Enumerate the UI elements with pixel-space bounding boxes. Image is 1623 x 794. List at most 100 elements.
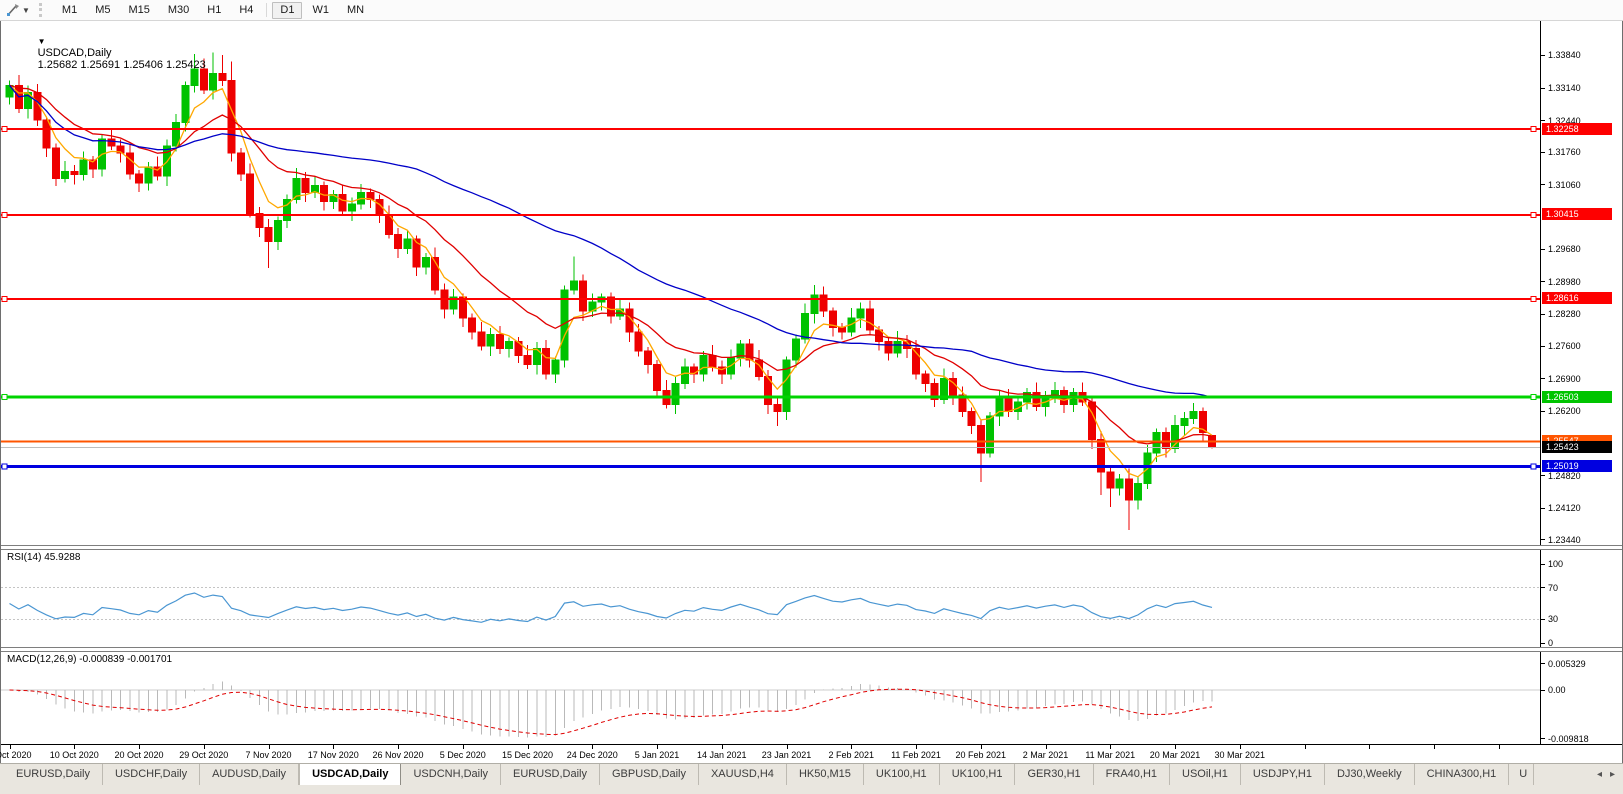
level-price-tag: 1.28616 <box>1542 292 1612 304</box>
candle-body <box>885 341 892 353</box>
date-tick <box>269 745 270 749</box>
line-handle[interactable] <box>2 212 7 217</box>
price-tick <box>1541 184 1545 185</box>
chart-tabbar: EURUSD,DailyUSDCHF,DailyAUDUSD,DailyUSDC… <box>0 764 1623 785</box>
macd-tick <box>1541 663 1545 664</box>
price-axis[interactable]: 1.338401.331401.324401.317601.310601.296… <box>1540 21 1622 545</box>
timeframe-button-h1[interactable]: H1 <box>199 2 229 19</box>
chart-tab-gbpusd-daily[interactable]: GBPUSD,Daily <box>600 764 699 785</box>
chart-tab-dj30-weekly[interactable]: DJ30,Weekly <box>1325 764 1415 785</box>
timeframe-button-mn[interactable]: MN <box>339 2 372 19</box>
chart-tab-xauusd-h4[interactable]: XAUUSD,H4 <box>699 764 787 785</box>
candle-body <box>126 153 133 174</box>
price-tick <box>1541 475 1545 476</box>
chart-tab-uk100-h1[interactable]: UK100,H1 <box>864 764 940 785</box>
macd-plot[interactable]: MACD(12,26,9) -0.000839 -0.001701 <box>1 652 1540 744</box>
candle-body <box>524 355 531 364</box>
chart-tab-ger30-h1[interactable]: GER30,H1 <box>1015 764 1093 785</box>
chart-tab-fra40-h1[interactable]: FRA40,H1 <box>1094 764 1170 785</box>
timeframe-button-d1[interactable]: D1 <box>272 2 302 19</box>
candle-body <box>219 74 226 81</box>
candle-body <box>922 374 929 383</box>
date-tick <box>333 745 334 749</box>
chart-tab-hk50-m15[interactable]: HK50,M15 <box>787 764 864 785</box>
date-tick <box>916 745 917 749</box>
chart-tab-usdjpy-h1[interactable]: USDJPY,H1 <box>1241 764 1325 785</box>
date-label: 30 Mar 2021 <box>1214 750 1265 760</box>
date-tick <box>787 745 788 749</box>
date-label: 26 Nov 2020 <box>372 750 423 760</box>
chevron-down-icon[interactable]: ▼ <box>22 6 30 15</box>
toolbar-separator <box>266 3 267 17</box>
date-label: 24 Dec 2020 <box>567 750 618 760</box>
line-handle[interactable] <box>1531 395 1536 400</box>
rsi-axis[interactable]: 10070300 <box>1540 550 1622 647</box>
chart-tab-usdchf-daily[interactable]: USDCHF,Daily <box>103 764 200 785</box>
candle-body <box>247 174 254 214</box>
macd-tick-label: 0.00 <box>1548 685 1566 695</box>
date-tick <box>74 745 75 749</box>
price-tick-label: 1.29680 <box>1548 244 1581 254</box>
date-label: 29 Oct 2020 <box>179 750 228 760</box>
chart-tab-audusd-daily[interactable]: AUDUSD,Daily <box>200 764 299 785</box>
date-label: 5 Jan 2021 <box>635 750 680 760</box>
tab-scroll-left-icon[interactable]: ◂ <box>1593 769 1606 780</box>
tab-scroll-right-icon[interactable]: ▸ <box>1606 769 1619 780</box>
price-tick-label: 1.28980 <box>1548 277 1581 287</box>
candle-body <box>820 295 827 311</box>
chart-tab-usdcnh-daily[interactable]: USDCNH,Daily <box>401 764 501 785</box>
chart-pointer-icon[interactable] <box>4 2 22 18</box>
timeframe-button-h4[interactable]: H4 <box>231 2 261 19</box>
price-tick-label: 1.31060 <box>1548 180 1581 190</box>
candle-body <box>459 297 466 318</box>
chart-tab-partial[interactable]: U <box>1509 764 1534 785</box>
candle-body <box>1135 484 1142 500</box>
chart-title: ▼ USDCAD,Daily 1.25682 1.25691 1.25406 1… <box>7 23 206 83</box>
main-chart-plot[interactable]: ▼ USDCAD,Daily 1.25682 1.25691 1.25406 1… <box>1 21 1540 545</box>
triangle-down-icon[interactable]: ▼ <box>38 37 46 46</box>
timeframe-button-m5[interactable]: M5 <box>87 2 118 19</box>
date-label: 17 Nov 2020 <box>308 750 359 760</box>
candle-body <box>792 339 799 360</box>
candle-body <box>302 178 309 192</box>
chart-tab-usdcad-daily[interactable]: USDCAD,Daily <box>299 764 401 785</box>
candle-body <box>1125 479 1132 500</box>
macd-axis[interactable]: 0.0053290.00-0.009818 <box>1540 652 1622 744</box>
line-handle[interactable] <box>1531 296 1536 301</box>
date-tick <box>592 745 593 749</box>
chart-tabbar-wrap: EURUSD,DailyUSDCHF,DailyAUDUSD,DailyUSDC… <box>0 763 1623 794</box>
chart-tab-eurusd-daily[interactable]: EURUSD,Daily <box>4 764 103 785</box>
line-handle[interactable] <box>2 296 7 301</box>
date-axis[interactable]: 1 Oct 202010 Oct 202020 Oct 202029 Oct 2… <box>1 744 1622 763</box>
date-tick <box>1175 745 1176 749</box>
candle-body <box>811 295 818 314</box>
price-tick-label: 1.31760 <box>1548 147 1581 157</box>
candle-body <box>700 355 707 374</box>
chart-tab-uk100-h1[interactable]: UK100,H1 <box>940 764 1016 785</box>
candle-body <box>348 204 355 211</box>
line-handle[interactable] <box>2 464 7 469</box>
moving-average-medium <box>10 85 1213 444</box>
chart-tab-eurusd-daily[interactable]: EURUSD,Daily <box>501 764 600 785</box>
timeframe-button-m15[interactable]: M15 <box>120 2 157 19</box>
timeframe-button-m30[interactable]: M30 <box>160 2 197 19</box>
chart-tab-china300-h1[interactable]: CHINA300,H1 <box>1415 764 1510 785</box>
rsi-plot[interactable]: RSI(14) 45.9288 <box>1 550 1540 647</box>
line-handle[interactable] <box>1531 464 1536 469</box>
price-tick <box>1541 55 1545 56</box>
timeframe-button-m1[interactable]: M1 <box>54 2 85 19</box>
line-handle[interactable] <box>1531 127 1536 132</box>
line-handle[interactable] <box>1531 212 1536 217</box>
date-tick <box>1240 745 1241 749</box>
toolbar-grip[interactable] <box>39 3 47 17</box>
line-handle[interactable] <box>2 395 7 400</box>
candle-body <box>108 139 115 146</box>
timeframe-button-w1[interactable]: W1 <box>304 2 337 19</box>
date-label: 15 Dec 2020 <box>502 750 553 760</box>
chart-tab-usoil-h1[interactable]: USOil,H1 <box>1170 764 1241 785</box>
price-tick-label: 1.27600 <box>1548 341 1581 351</box>
candle-body <box>1107 472 1114 488</box>
rsi-tick-label: 30 <box>1548 614 1558 624</box>
line-handle[interactable] <box>2 127 7 132</box>
date-label: 20 Mar 2021 <box>1150 750 1201 760</box>
